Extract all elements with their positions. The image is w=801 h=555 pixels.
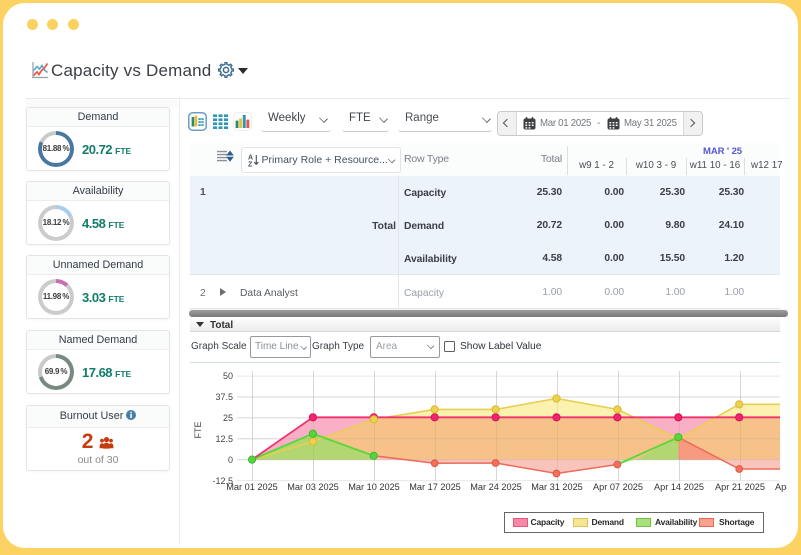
svg-text:FTE: FTE	[193, 422, 203, 439]
svg-text:Mar 10 2025: Mar 10 2025	[348, 482, 400, 492]
svg-text:12.5: 12.5	[215, 434, 233, 444]
svg-text:Z: Z	[248, 162, 253, 168]
svg-text:0: 0	[228, 455, 233, 465]
svg-text:Mar 01 2025: Mar 01 2025	[226, 482, 278, 492]
svg-text:37.5: 37.5	[215, 392, 233, 402]
svg-text:Apr 28 2025: Apr 28 2025	[775, 482, 787, 492]
svg-text:25: 25	[223, 413, 233, 423]
svg-text:Mar 24 2025: Mar 24 2025	[470, 482, 522, 492]
svg-text:Mar 17 2025: Mar 17 2025	[409, 482, 461, 492]
svg-text:Apr 21 2025: Apr 21 2025	[715, 482, 765, 492]
svg-text:Mar 31 2025: Mar 31 2025	[531, 482, 583, 492]
svg-text:Mar 03 2025: Mar 03 2025	[287, 482, 339, 492]
svg-text:A: A	[248, 155, 253, 162]
svg-text:Apr 14 2025: Apr 14 2025	[654, 482, 704, 492]
svg-text:50: 50	[223, 371, 233, 381]
svg-text:Apr 07 2025: Apr 07 2025	[593, 482, 643, 492]
